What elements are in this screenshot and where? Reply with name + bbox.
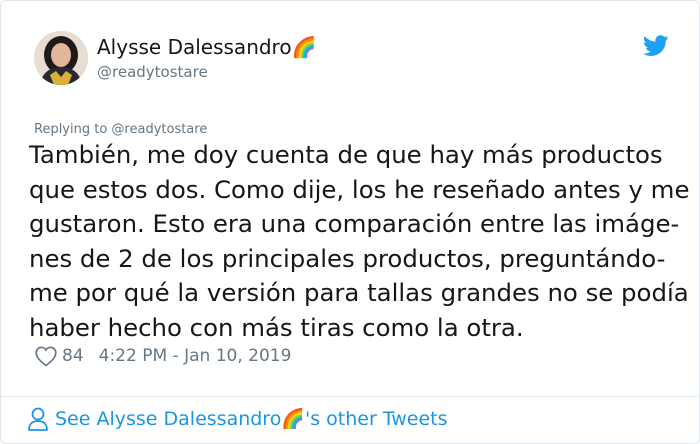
heart-icon[interactable] [34, 345, 58, 367]
tweet-text-line: me por qué la versión para tallas grande… [29, 278, 689, 307]
footer-divider [1, 396, 699, 397]
author-block[interactable]: Alysse Dalessandro🌈 @readytostare [97, 34, 316, 82]
tweet-text-line: gustaron. Esto era una comparación entre… [29, 209, 680, 238]
person-icon [27, 406, 49, 432]
author-display-name[interactable]: Alysse Dalessandro🌈 [97, 34, 316, 60]
see-other-tweets-link[interactable]: See Alysse Dalessandro🌈's other Tweets [27, 405, 448, 433]
tweet-text: También, me doy cuenta de que hay más pr… [29, 138, 690, 345]
reply-context[interactable]: Replying to @readytostare [34, 121, 207, 138]
tweet-text-line: nes de 2 de los principales productos, p… [29, 243, 666, 273]
twitter-bird-icon[interactable] [642, 35, 669, 57]
tweet-text-line: También, me doy cuenta de que hay más pr… [29, 140, 663, 169]
tweet-meta: 84 4:22 PM - Jan 10, 2019 [34, 345, 291, 367]
tweet-timestamp[interactable]: 4:22 PM - Jan 10, 2019 [99, 345, 292, 367]
author-handle[interactable]: @readytostare [97, 62, 316, 82]
author-avatar[interactable] [34, 31, 88, 85]
embedded-tweet-card: Alysse Dalessandro🌈 @readytostare Replyi… [0, 0, 700, 444]
tweet-text-line: que estos dos. Como dije, los he reseñad… [29, 174, 690, 204]
like-count[interactable]: 84 [62, 345, 84, 367]
tweet-text-line: haber hecho con más tiras como la otra. [29, 312, 524, 342]
see-other-tweets-label[interactable]: See Alysse Dalessandro🌈's other Tweets [55, 405, 448, 433]
